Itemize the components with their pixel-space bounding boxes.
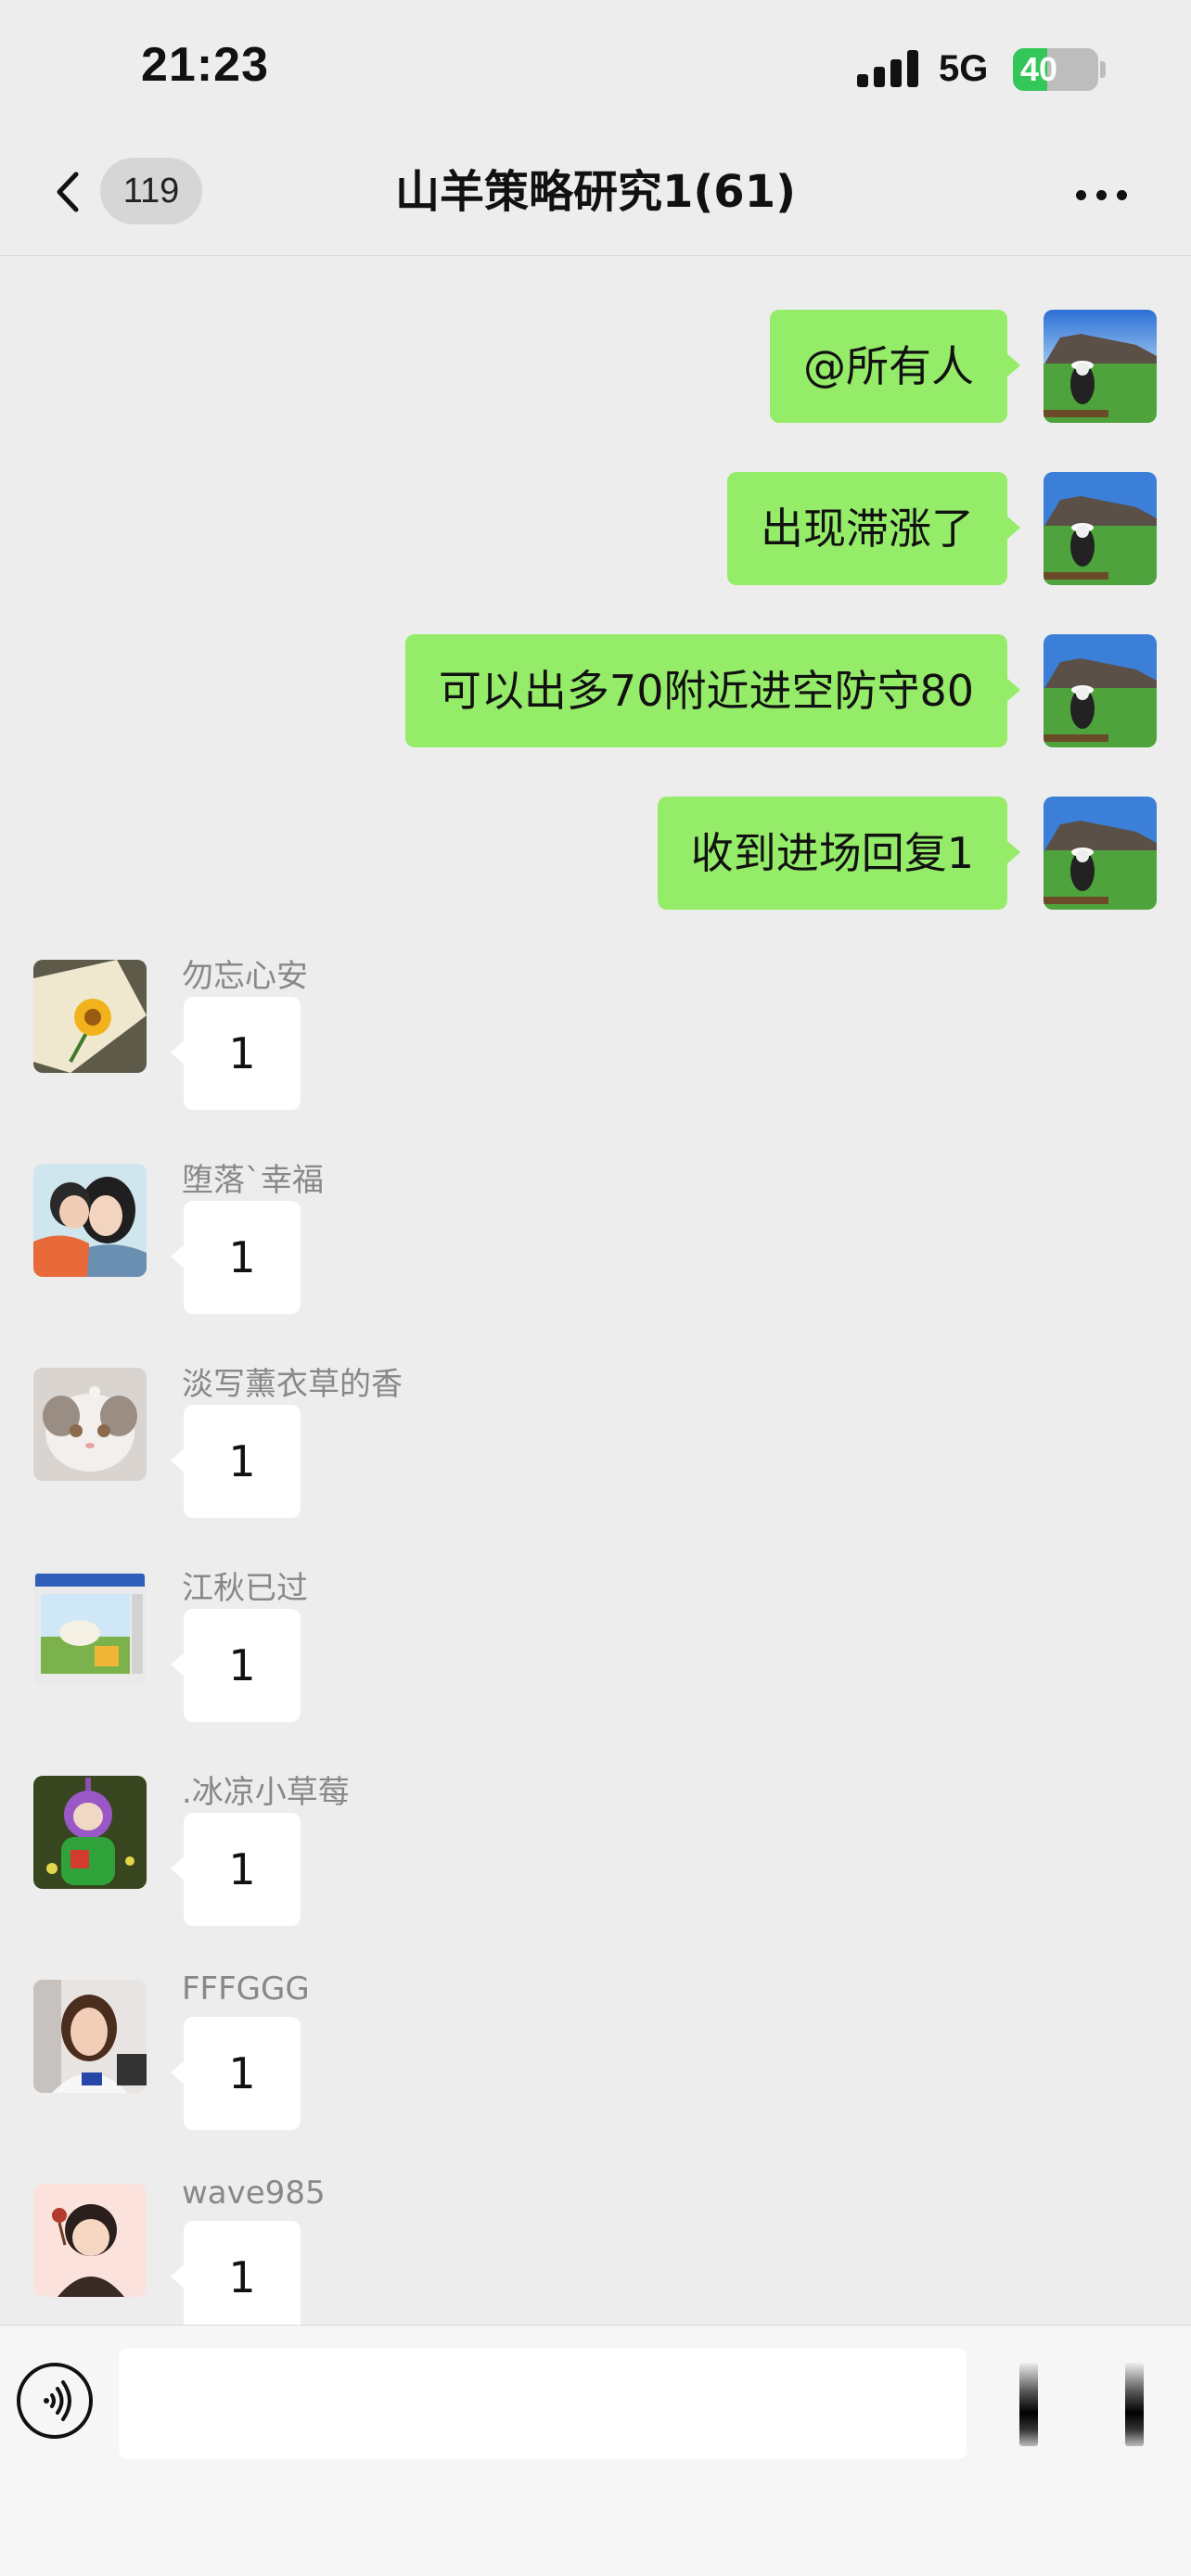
- incoming-message: .冰凉小草莓 1: [0, 1766, 1191, 1952]
- incoming-bubble[interactable]: 1: [171, 1201, 301, 1314]
- incoming-message: FFFGGG 1: [0, 1970, 1191, 2156]
- girl-cartoon-avatar[interactable]: [33, 2184, 147, 2297]
- plus-icon: [1125, 2363, 1144, 2446]
- sender-name: .冰凉小草莓: [182, 1774, 350, 1811]
- message-list[interactable]: @所有人 出现滞涨了 可以出多70附近进空防守80 收到进场回复1 勿忘心安 1…: [0, 257, 1191, 2325]
- sender-name: 堕落`幸福: [182, 1162, 324, 1199]
- battery-cap: [1100, 61, 1106, 78]
- sunflower-avatar[interactable]: [33, 960, 147, 1073]
- outgoing-bubble[interactable]: 可以出多70附近进空防守80: [404, 634, 1021, 747]
- input-bar: [0, 2325, 1191, 2576]
- chat-header: 119 山羊策略研究1(61): [0, 139, 1191, 256]
- more-dot-icon: [1117, 190, 1127, 200]
- cat-avatar[interactable]: [33, 1368, 147, 1481]
- sender-name: 勿忘心安: [182, 958, 308, 995]
- incoming-bubble[interactable]: 1: [171, 997, 301, 1110]
- emoji-icon: [1019, 2363, 1038, 2446]
- battery-icon: 40: [1013, 48, 1098, 91]
- message-input[interactable]: [119, 2348, 967, 2459]
- woman-photo-avatar[interactable]: [33, 1980, 147, 2093]
- status-time: 21:23: [141, 38, 269, 92]
- chat-title: 山羊策略研究1(61): [394, 166, 797, 218]
- my-avatar[interactable]: [1044, 797, 1157, 910]
- more-dot-icon: [1096, 190, 1107, 200]
- battery-level: 40: [1020, 50, 1058, 88]
- more-button[interactable]: [1069, 163, 1133, 224]
- my-avatar[interactable]: [1044, 472, 1157, 585]
- outgoing-message: @所有人: [0, 310, 1191, 425]
- sender-name: 淡写薰衣草的香: [182, 1366, 403, 1403]
- status-bar: 21:23 5G 40: [0, 0, 1191, 139]
- outgoing-message: 出现滞涨了: [0, 472, 1191, 587]
- outgoing-bubble[interactable]: @所有人: [770, 310, 1020, 423]
- emoji-button[interactable]: [1017, 2363, 1041, 2446]
- incoming-bubble[interactable]: 1: [171, 2017, 301, 2130]
- outgoing-message: 收到进场回复1: [0, 797, 1191, 912]
- incoming-message: 江秋已过 1: [0, 1562, 1191, 1748]
- incoming-bubble[interactable]: 1: [171, 1813, 301, 1926]
- voice-button[interactable]: [17, 2363, 93, 2439]
- outgoing-bubble[interactable]: 出现滞涨了: [727, 472, 1020, 585]
- my-avatar[interactable]: [1044, 634, 1157, 747]
- outgoing-message: 可以出多70附近进空防守80: [0, 634, 1191, 749]
- couple-cartoon-avatar[interactable]: [33, 1164, 147, 1277]
- voice-icon: [44, 2380, 71, 2421]
- more-dot-icon: [1076, 190, 1086, 200]
- my-avatar[interactable]: [1044, 310, 1157, 423]
- outgoing-bubble[interactable]: 收到进场回复1: [657, 797, 1021, 910]
- sender-name: 江秋已过: [182, 1570, 308, 1607]
- incoming-message: 堕落`幸福 1: [0, 1154, 1191, 1340]
- plus-button[interactable]: [1122, 2363, 1146, 2446]
- incoming-bubble[interactable]: 1: [171, 1405, 301, 1518]
- network-type: 5G: [939, 48, 989, 89]
- sender-name: FFFGGG: [182, 1970, 310, 2008]
- incoming-message: 淡写薰衣草的香 1: [0, 1358, 1191, 1544]
- incoming-bubble[interactable]: 1: [171, 2221, 301, 2325]
- incoming-message: 勿忘心安 1: [0, 950, 1191, 1136]
- teletubby-avatar[interactable]: [33, 1776, 147, 1889]
- sender-name: wave985: [182, 2174, 326, 2212]
- incoming-bubble[interactable]: 1: [171, 1609, 301, 1722]
- signal-icon: [857, 48, 920, 87]
- incoming-message: wave985 1: [0, 2174, 1191, 2325]
- window-screenshot-avatar[interactable]: [33, 1572, 147, 1685]
